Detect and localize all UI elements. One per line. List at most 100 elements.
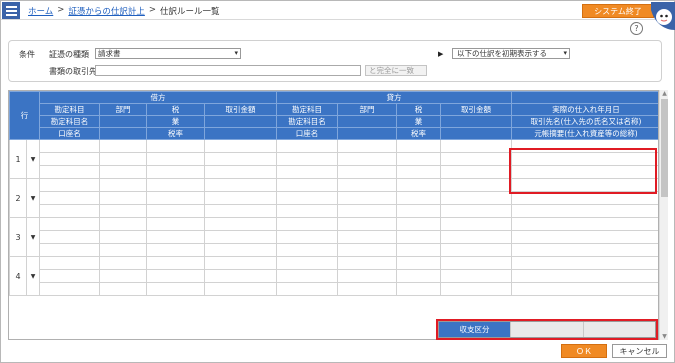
- table-cell[interactable]: [337, 230, 397, 244]
- table-cell[interactable]: [440, 230, 512, 244]
- table-cell[interactable]: [146, 204, 205, 218]
- table-cell[interactable]: [99, 217, 147, 231]
- breadcrumb-voucher-link[interactable]: 証憑からの仕訳計上: [68, 5, 145, 17]
- table-cell[interactable]: [39, 269, 100, 283]
- table-cell[interactable]: [440, 269, 512, 283]
- row-dropdown-icon[interactable]: ▼: [26, 178, 40, 218]
- table-cell[interactable]: [99, 152, 147, 166]
- table-cell[interactable]: [204, 256, 277, 270]
- mascot-icon[interactable]: [651, 2, 675, 30]
- row-dropdown-icon[interactable]: ▼: [26, 139, 40, 179]
- table-cell[interactable]: [204, 282, 277, 296]
- table-cell[interactable]: [204, 243, 277, 257]
- ok-button[interactable]: ＯＫ: [561, 344, 607, 358]
- table-cell[interactable]: [146, 139, 205, 153]
- table-cell[interactable]: [337, 204, 397, 218]
- scroll-down-icon[interactable]: ▼: [661, 333, 668, 340]
- table-cell[interactable]: [511, 282, 658, 296]
- table-cell[interactable]: [204, 204, 277, 218]
- table-cell[interactable]: [276, 217, 338, 231]
- table-cell[interactable]: [204, 217, 277, 231]
- hamburger-menu-icon[interactable]: [2, 2, 20, 19]
- table-cell[interactable]: [276, 243, 338, 257]
- table-cell[interactable]: [396, 178, 441, 192]
- table-cell[interactable]: [99, 256, 147, 270]
- table-cell[interactable]: [204, 178, 277, 192]
- cancel-button[interactable]: キャンセル: [612, 344, 667, 358]
- table-cell[interactable]: [396, 269, 441, 283]
- table-cell[interactable]: [337, 217, 397, 231]
- table-cell[interactable]: [99, 191, 147, 205]
- table-cell[interactable]: [39, 178, 100, 192]
- table-cell[interactable]: [276, 256, 338, 270]
- table-cell[interactable]: [337, 269, 397, 283]
- table-cell[interactable]: [396, 204, 441, 218]
- table-cell[interactable]: [204, 269, 277, 283]
- table-cell[interactable]: [440, 256, 512, 270]
- table-cell[interactable]: [204, 191, 277, 205]
- table-cell[interactable]: [337, 165, 397, 179]
- counterparty-input[interactable]: [95, 65, 361, 76]
- table-cell[interactable]: [146, 230, 205, 244]
- table-cell[interactable]: [146, 178, 205, 192]
- table-cell[interactable]: [39, 204, 100, 218]
- table-cell[interactable]: [337, 256, 397, 270]
- table-cell[interactable]: [396, 256, 441, 270]
- table-cell[interactable]: [276, 152, 338, 166]
- table-cell[interactable]: [39, 256, 100, 270]
- table-cell[interactable]: [396, 152, 441, 166]
- table-cell[interactable]: [511, 230, 658, 244]
- table-cell[interactable]: [146, 217, 205, 231]
- table-cell[interactable]: [511, 256, 658, 270]
- table-cell[interactable]: [39, 230, 100, 244]
- table-cell[interactable]: [440, 204, 512, 218]
- table-cell[interactable]: [99, 282, 147, 296]
- table-cell[interactable]: [146, 269, 205, 283]
- match-condition-select[interactable]: と完全に一致: [365, 65, 427, 76]
- table-cell[interactable]: [99, 269, 147, 283]
- table-cell[interactable]: [99, 178, 147, 192]
- help-icon[interactable]: ?: [630, 22, 643, 35]
- table-cell[interactable]: [337, 191, 397, 205]
- table-cell[interactable]: [276, 282, 338, 296]
- table-cell[interactable]: [204, 165, 277, 179]
- table-cell[interactable]: [440, 282, 512, 296]
- table-cell[interactable]: [337, 178, 397, 192]
- table-cell[interactable]: [396, 217, 441, 231]
- table-cell[interactable]: [511, 269, 658, 283]
- table-cell[interactable]: [337, 243, 397, 257]
- scroll-up-icon[interactable]: ▲: [661, 90, 668, 97]
- table-cell[interactable]: [440, 165, 512, 179]
- table-cell[interactable]: [440, 139, 512, 153]
- initial-display-select[interactable]: 以下の仕訳を初期表示する: [452, 48, 570, 59]
- scrollbar-thumb[interactable]: [661, 99, 668, 197]
- table-cell[interactable]: [396, 243, 441, 257]
- table-cell[interactable]: [204, 152, 277, 166]
- table-cell[interactable]: [99, 204, 147, 218]
- table-cell[interactable]: [396, 191, 441, 205]
- table-cell[interactable]: [440, 152, 512, 166]
- table-cell[interactable]: [204, 139, 277, 153]
- table-cell[interactable]: [99, 165, 147, 179]
- table-cell[interactable]: [276, 139, 338, 153]
- table-cell[interactable]: [204, 230, 277, 244]
- table-cell[interactable]: [146, 165, 205, 179]
- table-cell[interactable]: [511, 217, 658, 231]
- vertical-scrollbar[interactable]: ▲ ▼: [659, 90, 668, 340]
- table-cell[interactable]: [440, 191, 512, 205]
- table-cell[interactable]: [146, 282, 205, 296]
- table-cell[interactable]: [146, 191, 205, 205]
- table-cell[interactable]: [99, 230, 147, 244]
- table-cell[interactable]: [39, 191, 100, 205]
- table-cell[interactable]: [396, 139, 441, 153]
- system-exit-button[interactable]: システム終了: [582, 4, 654, 18]
- table-cell[interactable]: [39, 243, 100, 257]
- table-cell[interactable]: [99, 243, 147, 257]
- voucher-type-select[interactable]: 請求書: [95, 48, 241, 59]
- table-cell[interactable]: [39, 282, 100, 296]
- table-cell[interactable]: [396, 230, 441, 244]
- table-cell[interactable]: [440, 243, 512, 257]
- table-cell[interactable]: [276, 178, 338, 192]
- table-cell[interactable]: [396, 282, 441, 296]
- table-cell[interactable]: [99, 139, 147, 153]
